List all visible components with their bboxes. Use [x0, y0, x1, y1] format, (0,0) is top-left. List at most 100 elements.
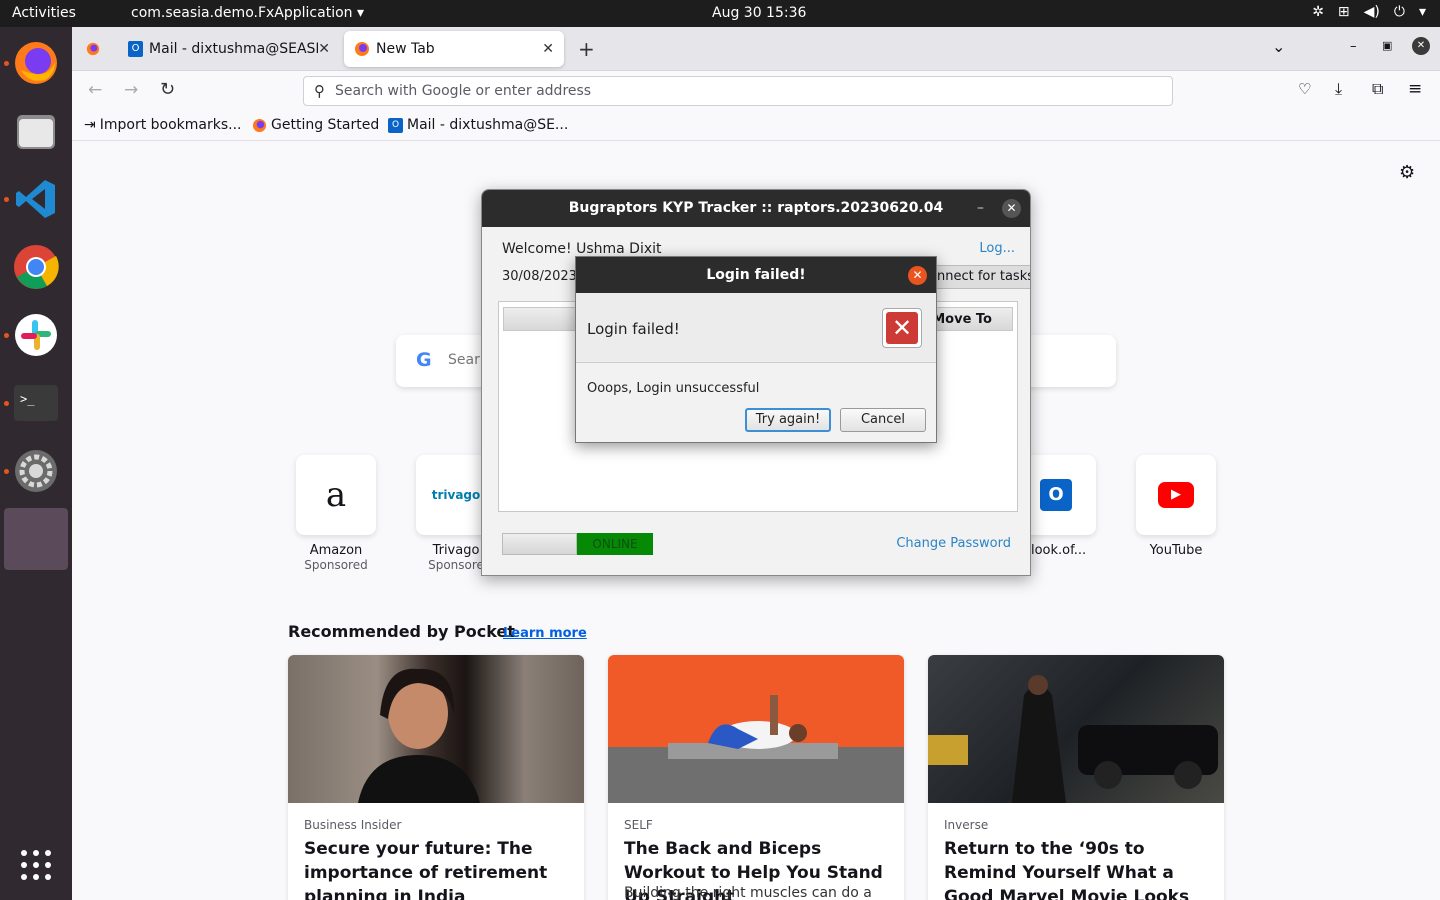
activities-button[interactable]: Activities — [12, 5, 76, 21]
system-top-bar: Activities com.seasia.demo.FxApplication… — [0, 0, 1440, 27]
settings-icon[interactable] — [10, 445, 62, 497]
connect-for-tasks-button[interactable]: nnect for tasks — [930, 265, 1030, 289]
chrome-icon[interactable] — [10, 241, 62, 293]
close-icon[interactable]: ✕ — [318, 41, 330, 57]
new-tab-button[interactable]: + — [578, 37, 595, 61]
import-icon: ⇥ — [84, 117, 96, 133]
search-icon: ⚲ — [314, 82, 325, 100]
list-all-tabs-icon[interactable]: ⌄ — [1272, 37, 1285, 56]
cancel-button[interactable]: Cancel — [840, 408, 926, 432]
navigation-bar: ← → ↻ ⚲ Search with Google or enter addr… — [72, 71, 1440, 111]
power-icon[interactable]: ⏻ — [1394, 4, 1405, 20]
tile-label: YouTube — [1149, 543, 1203, 558]
bookmark-label: Getting Started — [271, 117, 380, 133]
pocket-icon[interactable]: ♡ — [1298, 80, 1311, 98]
tile-label: Amazon — [309, 543, 363, 558]
close-icon[interactable]: ✕ — [1002, 199, 1021, 218]
tab-label: New Tab — [376, 41, 435, 57]
slack-icon[interactable] — [10, 309, 62, 361]
running-indicator — [4, 401, 9, 406]
files-icon[interactable] — [10, 105, 62, 157]
move-to-column[interactable]: Move To — [932, 312, 992, 327]
reload-icon[interactable]: ↻ — [160, 79, 175, 100]
online-status-badge: ONLINE — [577, 533, 653, 555]
terminal-icon[interactable]: >_ — [10, 377, 62, 429]
window-titlebar[interactable]: Bugraptors KYP Tracker :: raptors.202306… — [482, 190, 1030, 227]
error-icon: ✕ — [882, 308, 922, 348]
bookmark-mail[interactable]: O Mail - dixtushma@SE... — [388, 117, 568, 133]
article-image — [928, 655, 1224, 803]
url-placeholder: Search with Google or enter address — [335, 83, 592, 99]
top-site-youtube[interactable]: ▶ YouTube — [1136, 455, 1216, 558]
firefox-icon — [252, 118, 267, 132]
accessibility-icon[interactable]: ✲ — [1312, 4, 1324, 20]
bookmark-label: Import bookmarks... — [99, 117, 242, 133]
back-icon[interactable]: ← — [88, 80, 102, 100]
google-icon: G — [416, 349, 432, 371]
pocket-card[interactable]: Inverse Return to the ‘90s to Remind You… — [928, 655, 1224, 900]
login-failed-dialog: Login failed! ✕ Login failed! ✕ Ooops, L… — [575, 256, 937, 443]
tile-glyph: O — [1040, 479, 1072, 511]
bookmark-label: Mail - dixtushma@SE... — [407, 117, 569, 133]
firefox-icon — [355, 42, 369, 56]
chevron-down-icon[interactable]: ▾ — [1419, 4, 1426, 20]
clock[interactable]: Aug 30 15:36 — [712, 5, 806, 21]
close-icon[interactable]: ✕ — [908, 266, 927, 285]
top-site-amazon[interactable]: a Amazon Sponsored — [296, 455, 376, 572]
tab-strip: O Mail - dixtushma@SEASIA ✕ New Tab ✕ + … — [72, 27, 1440, 71]
article-image — [608, 655, 904, 803]
firefox-icon[interactable] — [10, 37, 62, 89]
pocket-card[interactable]: SELF The Back and Biceps Workout to Help… — [608, 655, 904, 900]
tile-glyph: ▶ — [1158, 482, 1194, 508]
logout-link[interactable]: Log... — [979, 241, 1015, 256]
dialog-header: Login failed! ✕ — [576, 293, 936, 363]
close-icon[interactable]: ✕ — [542, 41, 554, 57]
outlook-icon: O — [388, 117, 403, 133]
dialog-titlebar[interactable]: Login failed! ✕ — [576, 257, 936, 293]
minimize-icon[interactable]: – — [977, 190, 984, 227]
dock: >_ — [0, 27, 72, 900]
running-indicator — [4, 469, 9, 474]
running-indicator — [4, 333, 9, 338]
menu-icon[interactable]: ≡ — [1408, 79, 1422, 99]
network-icon[interactable]: ⊞ — [1338, 4, 1350, 20]
window-close-icon[interactable]: ✕ — [1412, 37, 1430, 55]
downloads-icon[interactable]: ⤓ — [1335, 79, 1342, 99]
outlook-icon: O — [128, 41, 144, 57]
tab-mail[interactable]: O Mail - dixtushma@SEASIA ✕ — [118, 31, 340, 67]
java-app-icon[interactable] — [4, 508, 68, 570]
welcome-text: Welcome! Ushma Dixit — [502, 241, 662, 257]
article-title: Return to the ‘90s to Remind Yourself Wh… — [944, 839, 1190, 900]
article-title: Secure your future: The importance of re… — [304, 839, 548, 900]
system-tray[interactable]: ✲ ⊞ ◀) ⏻ ▾ — [1312, 4, 1426, 20]
article-source: Business Insider — [304, 818, 402, 832]
pocket-heading: Recommended by Pocket — [288, 622, 515, 641]
youtube-icon: ▶ — [1136, 455, 1216, 535]
tab-new-tab[interactable]: New Tab ✕ — [344, 31, 564, 67]
minimize-icon[interactable]: – — [1350, 39, 1357, 54]
app-grid-icon[interactable] — [10, 839, 62, 891]
running-indicator — [4, 61, 9, 66]
bookmark-import[interactable]: ⇥ Import bookmarks... — [84, 117, 242, 133]
amazon-icon: a — [296, 455, 376, 535]
window-title: Bugraptors KYP Tracker :: raptors.202306… — [568, 200, 944, 216]
vscode-icon[interactable] — [10, 173, 62, 225]
pocket-learn-more-link[interactable]: Learn more — [503, 626, 587, 641]
forward-icon[interactable]: → — [124, 80, 138, 100]
gear-icon[interactable]: ⚙ — [1399, 162, 1415, 183]
extensions-icon[interactable]: ⧉ — [1372, 79, 1383, 99]
firefox-view-icon[interactable] — [76, 31, 110, 67]
article-image — [288, 655, 584, 803]
address-bar[interactable]: ⚲ Search with Google or enter address — [303, 76, 1173, 106]
volume-icon[interactable]: ◀) — [1364, 4, 1380, 20]
running-indicator — [4, 197, 9, 202]
tile-sponsored: Sponsored — [304, 558, 368, 572]
change-password-link[interactable]: Change Password — [896, 536, 1011, 551]
app-menu[interactable]: com.seasia.demo.FxApplication ▾ — [131, 5, 364, 21]
pocket-card[interactable]: Business Insider Secure your future: The… — [288, 655, 584, 900]
bookmark-getting-started[interactable]: Getting Started — [252, 117, 379, 133]
bookmarks-toolbar: ⇥ Import bookmarks... Getting Started O … — [72, 111, 1440, 141]
try-again-button[interactable]: Try again! — [745, 408, 831, 432]
maximize-icon[interactable]: ▣ — [1382, 39, 1392, 52]
dialog-header-text: Login failed! — [587, 320, 680, 338]
